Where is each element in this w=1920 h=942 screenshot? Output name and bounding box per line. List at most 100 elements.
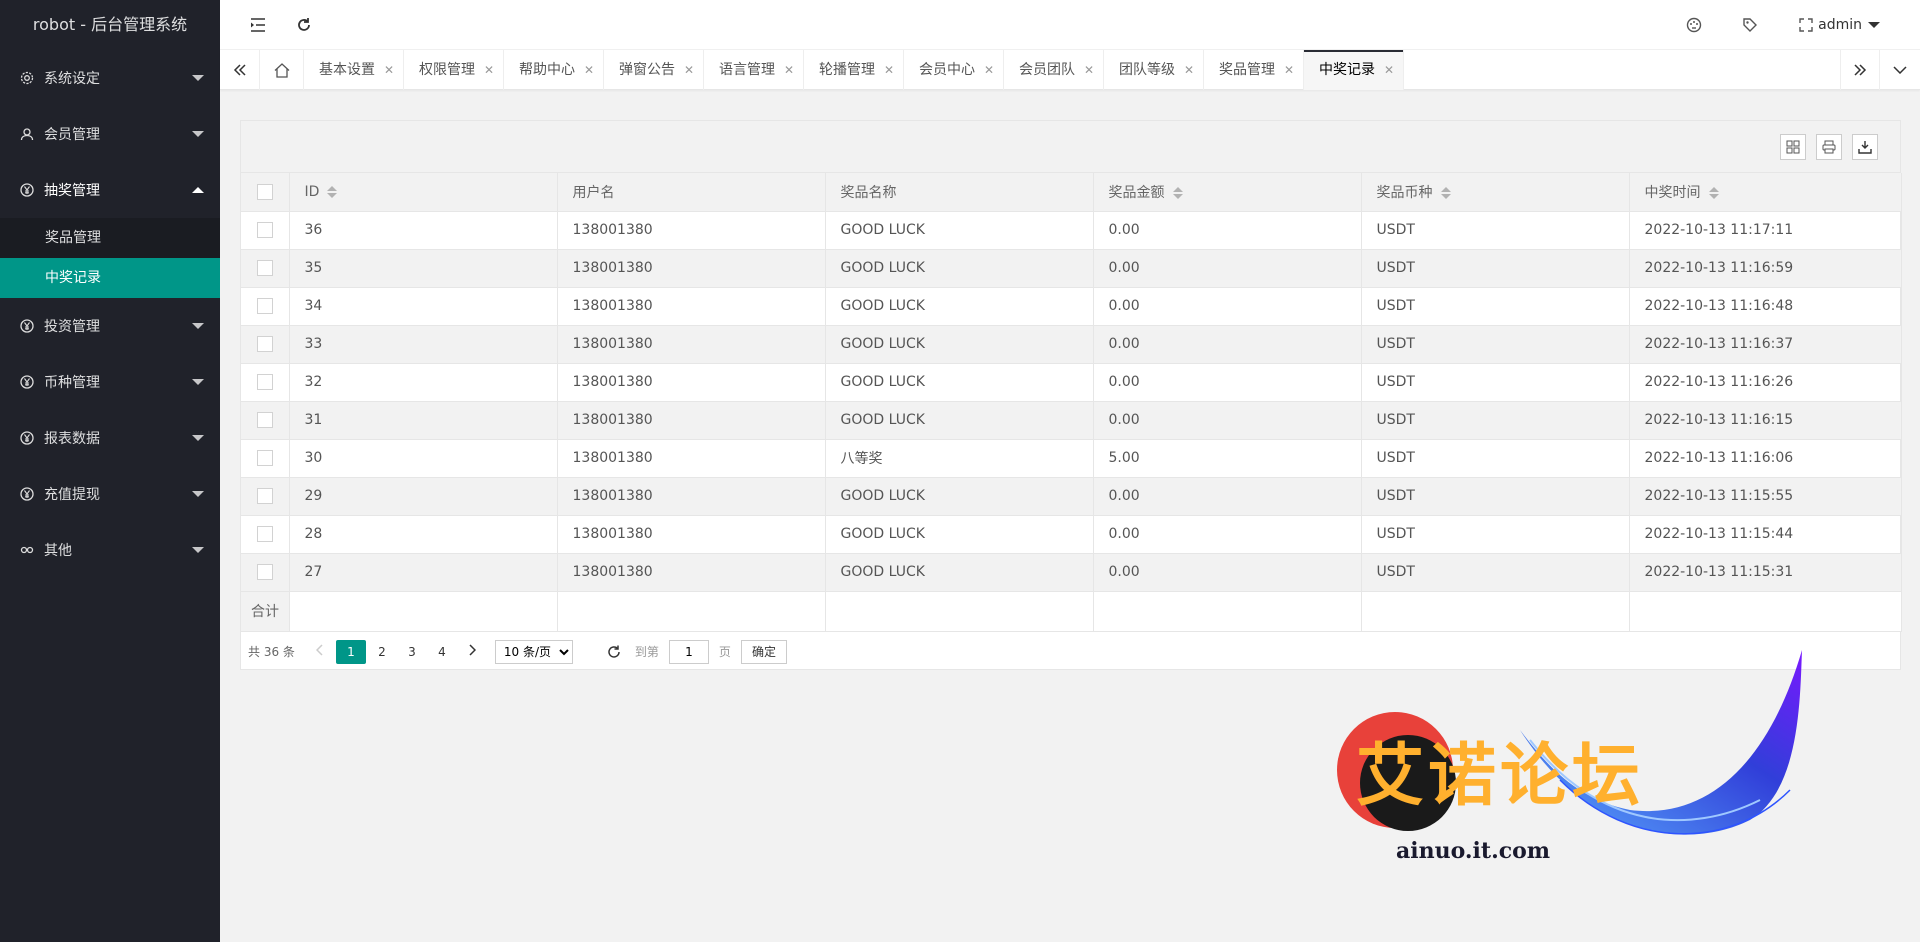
close-icon[interactable]: ✕ [1184,50,1194,90]
yen-icon [20,487,34,501]
tab-2[interactable]: 帮助中心 ✕ [504,50,604,90]
prev-page-icon[interactable] [306,640,334,664]
table-cell: 27 [289,553,558,592]
sidebar-item-recharge[interactable]: 充值提现 [0,466,220,522]
row-checkbox[interactable] [256,374,273,390]
sidebar-item-lottery[interactable]: 抽奖管理 [0,162,220,218]
watermark-text: 艾诺论坛 [1356,736,1645,816]
theme-icon[interactable] [1674,0,1714,50]
row-checkbox[interactable] [256,222,273,238]
tab-home[interactable] [260,50,304,90]
table-row: 35 138001380 GOOD LUCK 0.00 USDT 2022-10-13 1… [241,249,1902,288]
pager-refresh-icon[interactable] [603,641,625,663]
row-checkbox[interactable] [256,412,273,428]
sort-icon[interactable] [1708,186,1719,199]
column-header-prize-name: 奖品名称 [825,173,1094,212]
row-checkbox[interactable] [256,260,273,276]
goto-page-input[interactable] [668,639,709,664]
next-page-icon[interactable] [458,640,486,664]
close-icon[interactable]: ✕ [1084,50,1094,90]
tab-label: 奖品管理 [1219,62,1275,78]
tabs-scroll-left-icon[interactable] [220,50,260,90]
close-icon[interactable]: ✕ [984,50,994,90]
sidebar-item-report[interactable]: 报表数据 [0,410,220,466]
page-number-button[interactable]: 1 [335,639,366,664]
page-size-select[interactable]: 10 条/页 [494,639,573,664]
close-icon[interactable]: ✕ [684,50,694,90]
row-checkbox[interactable] [256,336,273,352]
row-checkbox[interactable] [256,450,273,466]
table-cell: 0.00 [1093,477,1362,516]
tabs-menu-chevron-down-icon[interactable] [1880,50,1920,90]
tab-9[interactable]: 奖品管理 ✕ [1204,50,1304,90]
tab-0[interactable]: 基本设置 ✕ [304,50,404,90]
table-cell: 138001380 [557,439,826,478]
header-label: 奖品名称 [840,184,897,201]
table-cell: 5.00 [1093,439,1362,478]
goto-confirm-button[interactable]: 确定 [740,639,787,664]
sidebar-item-other[interactable]: 其他 [0,522,220,578]
table-cell: 138001380 [557,477,826,516]
table-cell: 138001380 [557,515,826,554]
watermark-url: ainuo.it.com [1396,838,1551,864]
close-icon[interactable]: ✕ [584,50,594,90]
page-number-button[interactable]: 3 [398,640,426,664]
user-icon [20,127,34,141]
row-checkbox-cell [241,211,290,250]
table-row: 28 138001380 GOOD LUCK 0.00 USDT 2022-10-13 1… [241,515,1902,554]
table-cell: 138001380 [557,325,826,364]
export-icon[interactable] [1852,134,1878,160]
sidebar-item-member[interactable]: 会员管理 [0,106,220,162]
tabs-scroll-right-icon[interactable] [1840,50,1880,90]
tab-1[interactable]: 权限管理 ✕ [404,50,504,90]
close-icon[interactable]: ✕ [384,50,394,90]
column-header-prize-amount[interactable]: 奖品金额 [1093,173,1362,212]
column-header-win-time[interactable]: 中奖时间 [1629,173,1902,212]
tab-4[interactable]: 语言管理 ✕ [704,50,804,90]
row-checkbox[interactable] [256,298,273,314]
row-checkbox[interactable] [256,488,273,504]
page-number-button[interactable]: 4 [428,640,456,664]
tab-8[interactable]: 团队等级 ✕ [1104,50,1204,90]
sort-icon[interactable] [327,185,338,198]
menu-toggle-icon[interactable] [238,0,278,50]
sidebar-item-currency[interactable]: 币种管理 [0,354,220,410]
close-icon[interactable]: ✕ [484,50,494,90]
tab-3[interactable]: 弹窗公告 ✕ [604,50,704,90]
close-icon[interactable]: ✕ [1284,50,1294,90]
page-number-button[interactable]: 2 [368,640,396,664]
sidebar-item-label: 抽奖管理 [44,183,100,199]
table-cell: 2022-10-13 11:16:06 [1629,439,1902,478]
table-cell: USDT [1361,553,1630,592]
chevron-down-icon [192,323,204,329]
sidebar-item-label: 投资管理 [44,319,100,335]
tab-10[interactable]: 中奖记录 ✕ [1304,50,1404,90]
close-icon[interactable]: ✕ [1384,50,1394,90]
row-checkbox[interactable] [256,564,273,580]
tab-7[interactable]: 会员团队 ✕ [1004,50,1104,90]
columns-filter-icon[interactable] [1780,134,1806,160]
row-checkbox[interactable] [256,526,273,542]
sidebar-item-system[interactable]: 系统设定 [0,50,220,106]
sidebar-item-invest[interactable]: 投资管理 [0,298,220,354]
close-icon[interactable]: ✕ [784,50,794,90]
tab-5[interactable]: 轮播管理 ✕ [804,50,904,90]
column-header-prize-currency[interactable]: 奖品币种 [1361,173,1630,212]
yen-icon [20,319,34,333]
tab-6[interactable]: 会员中心 ✕ [904,50,1004,90]
close-icon[interactable]: ✕ [884,50,894,90]
print-icon[interactable] [1816,134,1842,160]
sort-icon[interactable] [1440,186,1451,199]
column-header-id[interactable]: ID [289,173,558,212]
user-menu[interactable]: admin [1818,0,1880,50]
table-cell: 138001380 [557,249,826,288]
refresh-icon[interactable] [284,0,324,50]
sidebar-subitem-0[interactable]: 奖品管理 [0,218,220,258]
select-all-checkbox[interactable] [256,183,273,200]
row-checkbox-cell [241,287,290,326]
tag-icon[interactable] [1730,0,1770,50]
table-row: 27 138001380 GOOD LUCK 0.00 USDT 2022-10-13 1… [241,553,1902,592]
sidebar-subitem-1[interactable]: 中奖记录 [0,258,220,298]
table-cell: 2022-10-13 11:15:55 [1629,477,1902,516]
sort-icon[interactable] [1172,186,1183,199]
